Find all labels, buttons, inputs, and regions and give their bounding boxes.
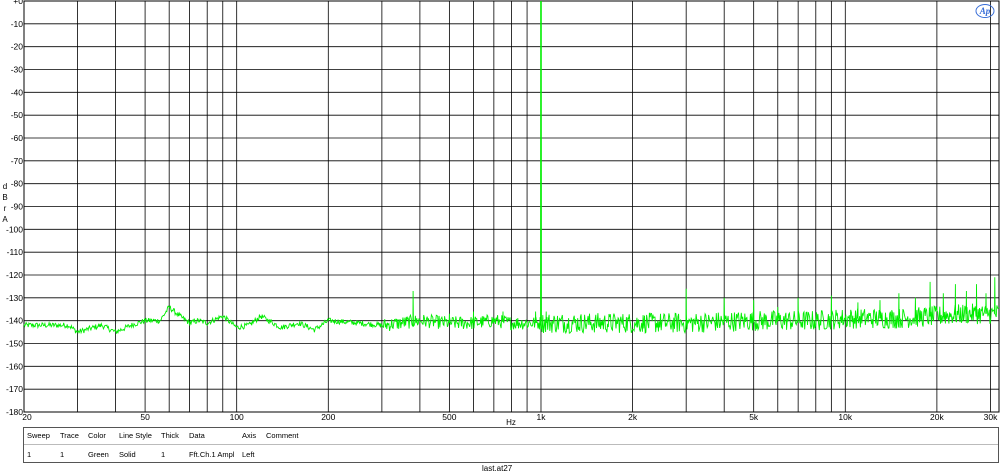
legend-header-line-style: Line Style [119,431,152,440]
legend-header-axis: Axis [242,431,257,440]
legend-cell-trace: 1 [60,450,65,459]
x-tick-label: 500 [442,412,456,422]
legend-header-thick: Thick [161,431,179,440]
y-tick-label: -110 [7,247,24,257]
legend-table: Sweep Trace Color Line Style Thick Data … [23,427,999,463]
filename-label: last.at27 [482,464,513,473]
y-tick-label: -170 [6,384,23,394]
y-tick-labels: +0 -10 -20 -30 -40 -50 -60 -70 -80 -90 -100 -110 -12… [6,0,23,417]
y-tick-label: -70 [11,156,24,166]
legend-cell-axis: Left [242,450,255,459]
legend-cell-color: Green [88,450,109,459]
y-tick-label: -90 [11,202,24,212]
y-tick-label: -140 [6,316,23,326]
x-tick-label: 5k [749,412,759,422]
legend-header-data: Data [189,431,205,440]
legend-cell-thick: 1 [161,450,166,459]
legend-header-trace: Trace [60,431,79,440]
fft-chart: +0 -10 -20 -30 -40 -50 -60 -70 -80 -90 -100 -110 -12… [2,0,1000,426]
y-axis-label: dBrA [2,182,8,224]
x-tick-label: 200 [321,412,335,422]
x-tick-label: 10k [838,412,852,422]
y-tick-label: -100 [6,224,23,234]
legend-separator [24,444,998,445]
y-tick-label: +0 [13,0,23,6]
y-tick-label: -150 [6,339,23,349]
legend-cell-data: Fft.Ch.1 Ampl [189,450,235,459]
legend-cell-sweep: 1 [27,450,32,459]
legend-row[interactable]: 1 1 Green Solid 1 Fft.Ch.1 Ampl Left [24,450,998,462]
ap-logo: Ap [975,4,995,18]
y-tick-label: -80 [11,179,24,189]
legend-header-row: Sweep Trace Color Line Style Thick Data … [24,431,998,443]
svg-text:Ap: Ap [979,6,991,16]
x-tick-label: 100 [230,412,244,422]
y-tick-label: -10 [11,19,24,29]
legend-header-color: Color [88,431,106,440]
y-tick-label: -130 [6,293,23,303]
y-tick-label: -180 [6,407,23,417]
y-tick-label: -20 [11,42,24,52]
y-tick-label: -50 [11,110,24,120]
x-tick-label: 20 [22,412,32,422]
legend-cell-line-style: Solid [119,450,136,459]
x-tick-label: 30k [984,412,998,422]
y-axis-label-char: d [3,182,7,191]
x-tick-label: 1k [536,412,546,422]
x-axis-label: Hz [506,418,516,426]
y-tick-label: -60 [11,133,24,143]
x-tick-label: 2k [628,412,638,422]
legend-header-comment: Comment [266,431,299,440]
legend-header-sweep: Sweep [27,431,50,440]
x-tick-label: 20k [930,412,944,422]
x-tick-label: 50 [140,412,150,422]
y-tick-label: -40 [11,87,24,97]
y-tick-label: -30 [11,65,24,75]
y-axis-label-char: B [2,193,7,202]
y-tick-label: -120 [6,270,23,280]
y-tick-label: -160 [6,361,23,371]
y-axis-label-char: r [4,204,7,213]
y-axis-label-char: A [2,215,8,224]
